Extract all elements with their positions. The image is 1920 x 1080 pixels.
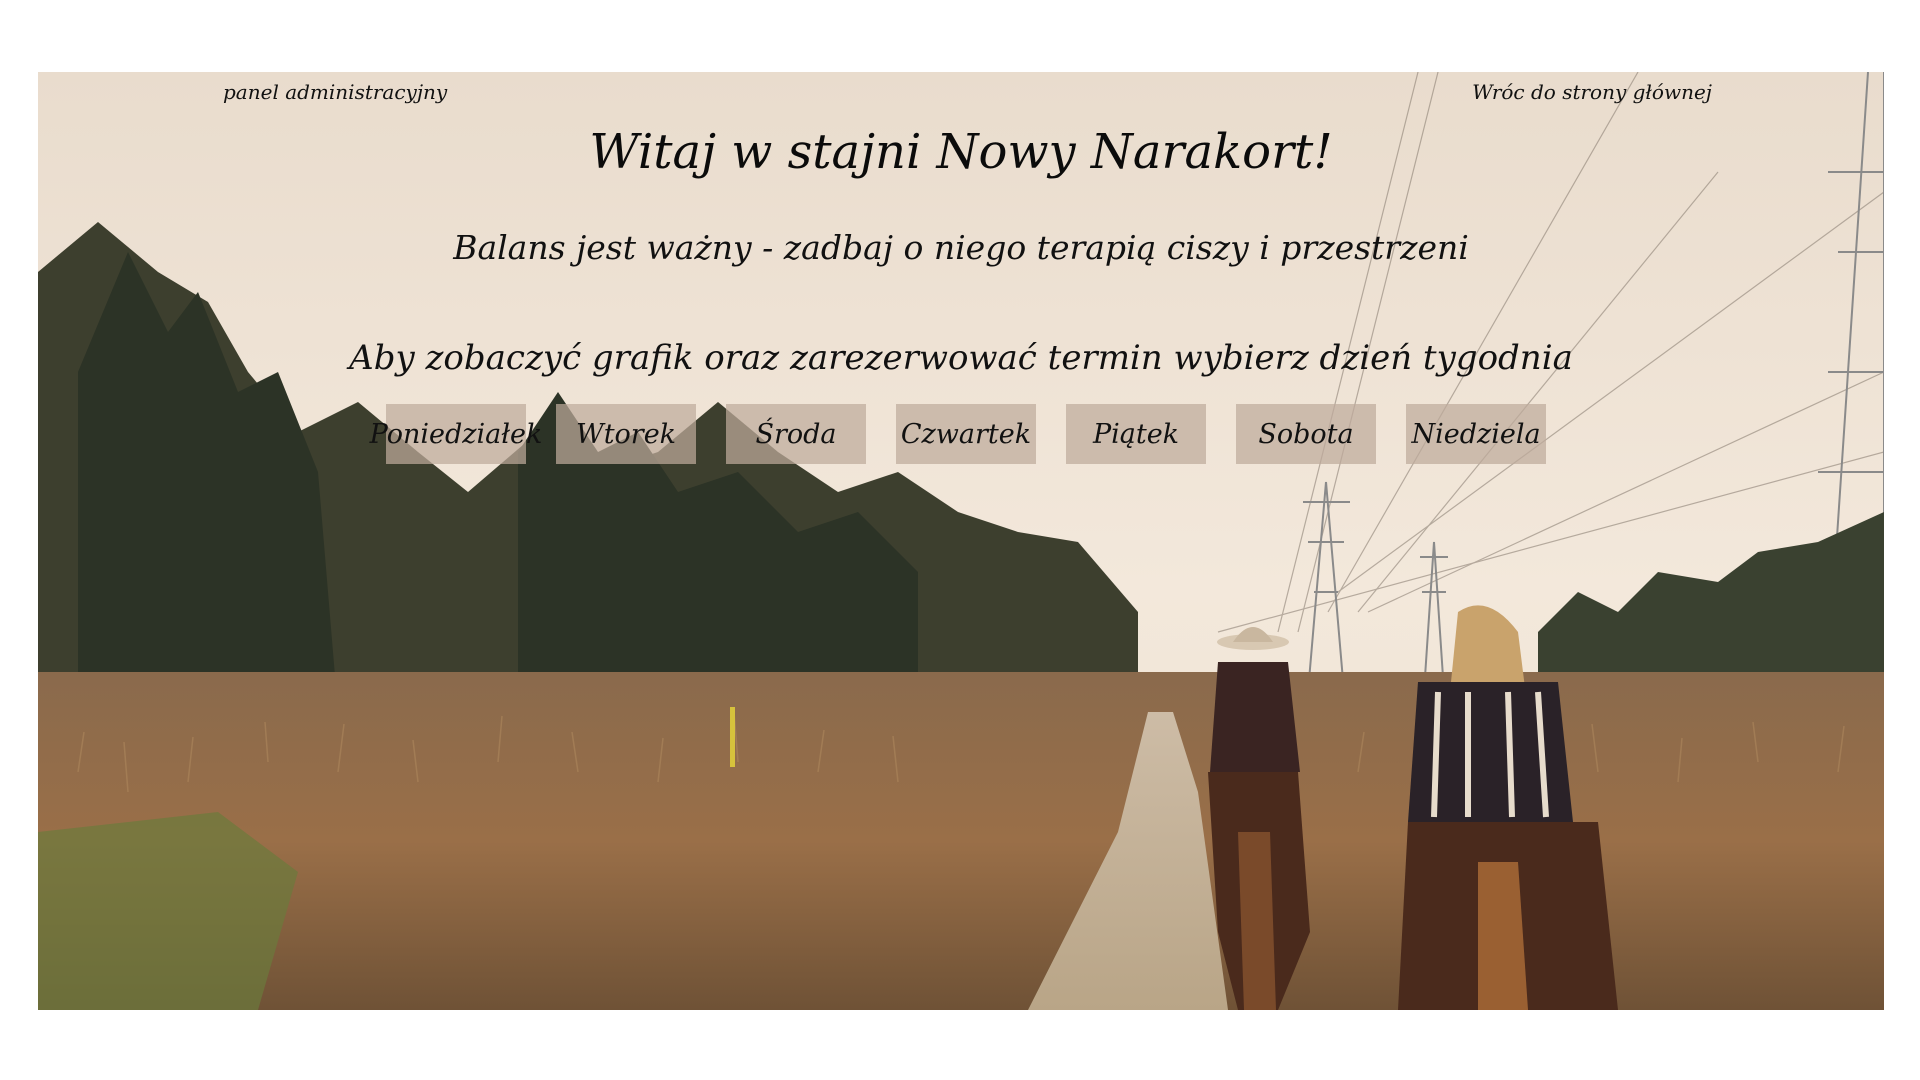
hero-banner: panel administracyjny Wróc do strony głó… xyxy=(38,72,1884,1010)
day-button-friday[interactable]: Piątek xyxy=(1066,404,1206,464)
admin-panel-link[interactable]: panel administracyjny xyxy=(223,80,447,104)
day-button-thursday[interactable]: Czwartek xyxy=(896,404,1036,464)
weekday-buttons: Poniedziałek Wtorek Środa Czwartek Piąte… xyxy=(370,404,1546,464)
hero-background-image xyxy=(38,72,1884,1010)
day-button-saturday[interactable]: Sobota xyxy=(1236,404,1376,464)
day-button-wednesday[interactable]: Środa xyxy=(726,404,866,464)
page-title: Witaj w stajni Nowy Narakort! xyxy=(589,124,1333,180)
day-button-sunday[interactable]: Niedziela xyxy=(1406,404,1546,464)
day-button-tuesday[interactable]: Wtorek xyxy=(556,404,696,464)
home-link[interactable]: Wróc do strony głównej xyxy=(1472,80,1712,104)
schedule-prompt: Aby zobaczyć grafik oraz zarezerwować te… xyxy=(349,338,1573,378)
page-subtitle: Balans jest ważny - zadbaj o niego terap… xyxy=(453,228,1469,267)
day-button-monday[interactable]: Poniedziałek xyxy=(370,404,542,464)
